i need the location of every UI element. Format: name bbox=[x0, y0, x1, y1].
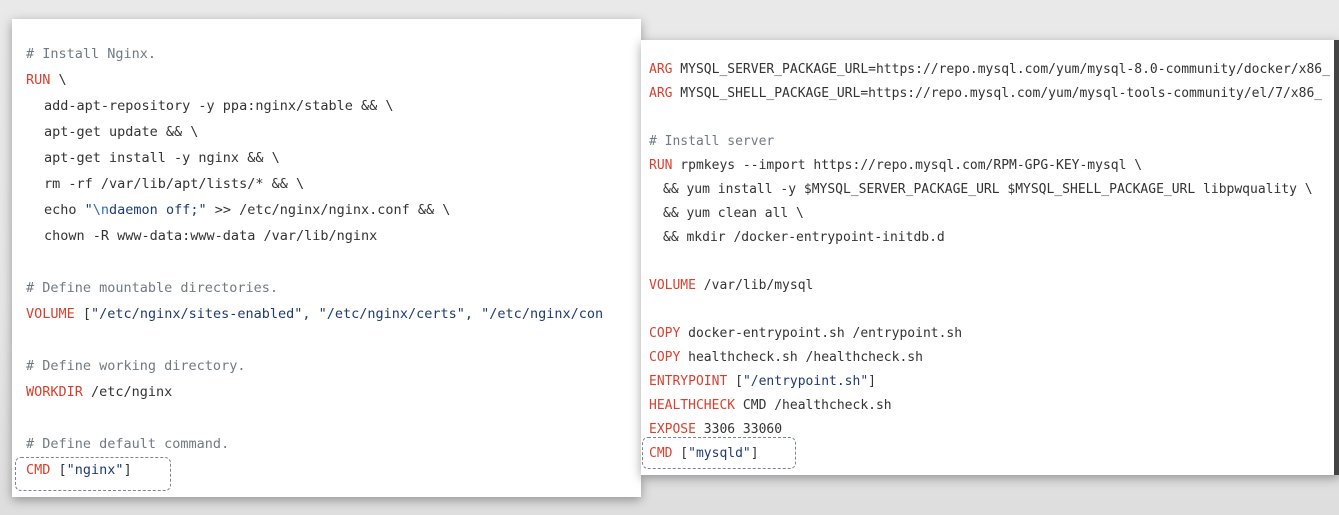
cmd-highlight-box bbox=[15, 457, 171, 491]
code-line: echo "\ndaemon off;" >> /etc/nginx/nginx… bbox=[44, 202, 451, 218]
code-line: ENTRYPOINT ["/entrypoint.sh"] bbox=[649, 374, 876, 389]
code-line: && mkdir /docker-entrypoint-initdb.d bbox=[663, 230, 945, 245]
code-line: RUN \ bbox=[26, 72, 67, 88]
code-line: apt-get update && \ bbox=[44, 124, 199, 140]
code-line: apt-get install -y nginx && \ bbox=[44, 150, 280, 166]
code-line: WORKDIR /etc/nginx bbox=[26, 384, 173, 400]
nginx-code-block: # Install Nginx. RUN \ add-apt-repositor… bbox=[26, 41, 603, 483]
code-line: VOLUME /var/lib/mysql bbox=[649, 278, 814, 293]
window-edge-shadow bbox=[1334, 40, 1339, 475]
code-line: && yum clean all \ bbox=[663, 206, 804, 221]
code-line: VOLUME ["/etc/nginx/sites-enabled", "/et… bbox=[26, 306, 604, 322]
code-line: HEALTHCHECK CMD /healthcheck.sh bbox=[649, 398, 892, 413]
code-line: RUN rpmkeys --import https://repo.mysql.… bbox=[649, 158, 1143, 173]
code-line: add-apt-repository -y ppa:nginx/stable &… bbox=[44, 98, 394, 114]
code-line: # Install Nginx. bbox=[26, 46, 157, 62]
code-line: ARG MYSQL_SERVER_PACKAGE_URL=https://rep… bbox=[649, 62, 1330, 77]
code-line: rm -rf /var/lib/apt/lists/* && \ bbox=[44, 176, 305, 192]
code-line: # Define mountable directories. bbox=[26, 280, 278, 296]
code-line: ARG MYSQL_SHELL_PACKAGE_URL=https://repo… bbox=[649, 86, 1323, 101]
code-line: COPY healthcheck.sh /healthcheck.sh bbox=[649, 350, 923, 365]
code-line: # Define working directory. bbox=[26, 358, 246, 374]
code-line: # Define default command. bbox=[26, 436, 230, 452]
code-line: chown -R www-data:www-data /var/lib/ngin… bbox=[44, 228, 378, 244]
code-line: # Install server bbox=[649, 134, 775, 149]
code-line: && yum install -y $MYSQL_SERVER_PACKAGE_… bbox=[663, 182, 1313, 197]
nginx-dockerfile-panel: # Install Nginx. RUN \ add-apt-repositor… bbox=[12, 19, 641, 497]
code-line: COPY docker-entrypoint.sh /entrypoint.sh bbox=[649, 326, 963, 341]
mysql-code-block: ARG MYSQL_SERVER_PACKAGE_URL=https://rep… bbox=[649, 58, 1330, 466]
mysql-dockerfile-panel: ARG MYSQL_SERVER_PACKAGE_URL=https://rep… bbox=[641, 40, 1339, 475]
cmd-highlight-box bbox=[642, 437, 796, 469]
